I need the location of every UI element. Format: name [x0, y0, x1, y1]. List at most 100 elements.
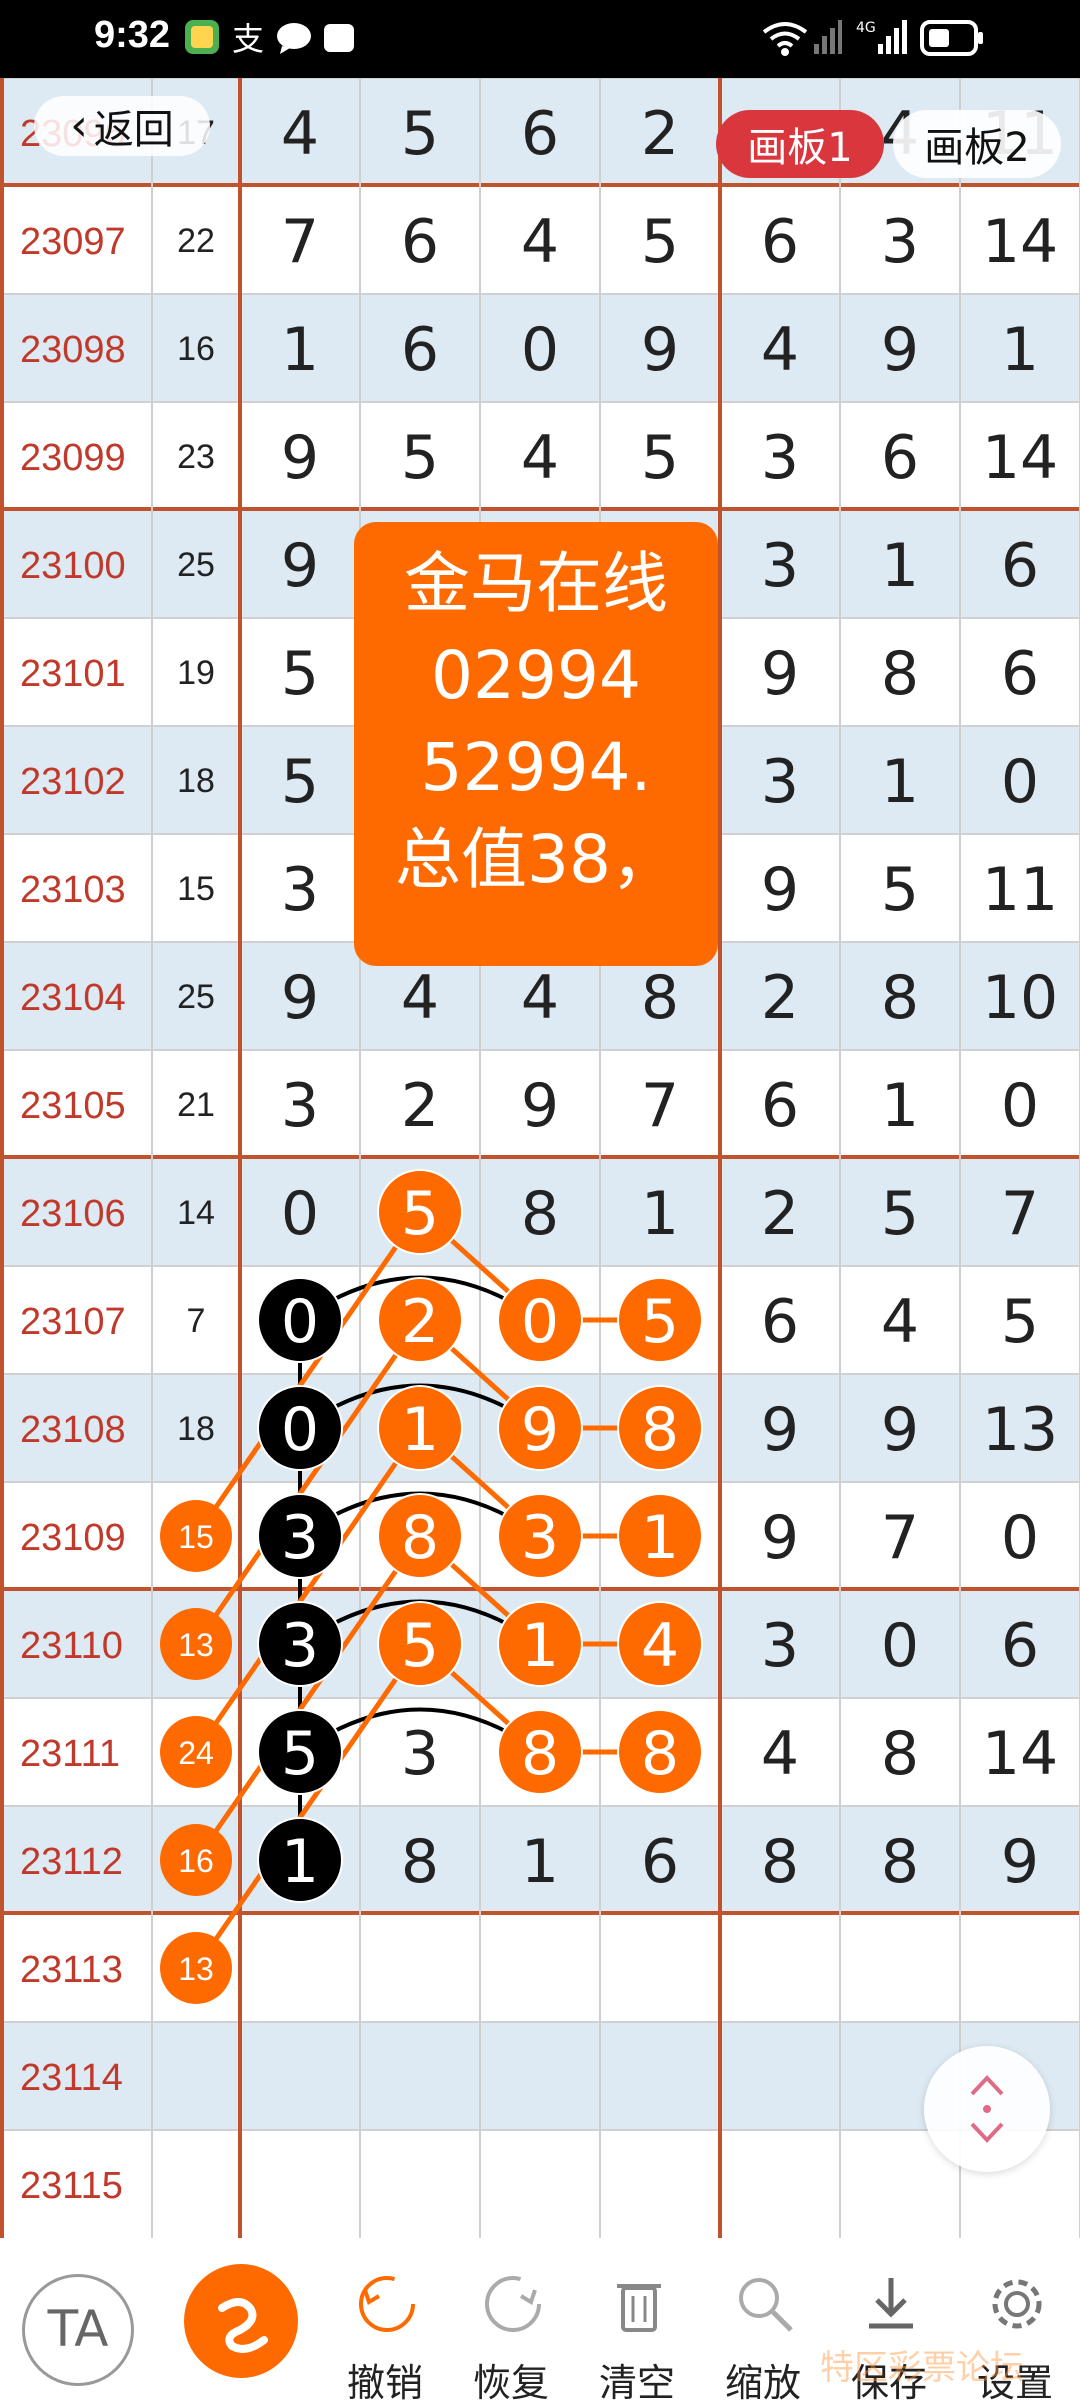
total-bubble-text: 16: [178, 1843, 214, 1879]
zoom-icon: [739, 2278, 793, 2332]
digit-cell: 14: [982, 423, 1058, 493]
redo-icon: [485, 2276, 541, 2332]
issue-number: 23102: [20, 761, 126, 803]
tab-board-1[interactable]: 画板1: [716, 110, 884, 178]
issue-number: 23103: [20, 869, 126, 911]
undo-label: 撤销: [346, 2361, 423, 2405]
digit-cell: 9: [761, 1395, 799, 1465]
draw-button[interactable]: [184, 2264, 298, 2378]
row-total: 18: [177, 1410, 215, 1448]
svg-text:支: 支: [232, 20, 264, 56]
issue-number: 23110: [20, 1625, 123, 1667]
marker-digit: 0: [281, 1395, 319, 1465]
marker-digit: 3: [281, 1503, 319, 1573]
row-total: 23: [177, 438, 215, 476]
total-bubble-text: 13: [178, 1627, 214, 1663]
digit-cell: 8: [401, 1827, 439, 1897]
digit-cell: 1: [881, 1071, 919, 1141]
digit-cell: 9: [281, 531, 319, 601]
digit-cell: 5: [641, 207, 679, 277]
row-total: 7: [187, 1302, 206, 1340]
digit-cell: 9: [281, 423, 319, 493]
issue-number: 23113: [20, 1949, 123, 1991]
undo-button[interactable]: 撤销: [330, 2262, 440, 2405]
digit-cell: 6: [761, 1071, 799, 1141]
digit-cell: 6: [521, 99, 559, 169]
issue-number: 23112: [20, 1841, 123, 1883]
digit-cell: 4: [401, 963, 439, 1033]
scroll-toggle-button[interactable]: [924, 2046, 1050, 2172]
digit-cell: 5: [281, 747, 319, 817]
undo-icon: [359, 2276, 415, 2332]
redo-label: 恢复: [472, 2361, 549, 2405]
lottery-grid[interactable]: 2309617456241123097227645631423098161609…: [0, 78, 1080, 2262]
digit-cell: 3: [761, 747, 799, 817]
digit-cell: 7: [641, 1071, 679, 1141]
gear-icon: [992, 2279, 1042, 2329]
huawei-icon: [324, 24, 354, 52]
chevron-left-icon: ‹: [70, 100, 88, 151]
digit-cell: 14: [982, 1719, 1058, 1789]
digit-cell: 6: [761, 1287, 799, 1357]
digit-cell: 6: [401, 207, 439, 277]
marker-digit: 2: [401, 1287, 439, 1357]
marker-digit: 1: [401, 1395, 439, 1465]
digit-cell: 1: [641, 1179, 679, 1249]
signal-4g-icon: 4G: [856, 20, 907, 54]
digit-cell: 9: [761, 855, 799, 925]
redo-button[interactable]: 恢复: [456, 2262, 566, 2405]
digit-cell: 1: [1001, 315, 1039, 385]
marker-digit: 5: [401, 1179, 439, 1249]
digit-cell: 3: [761, 1611, 799, 1681]
marker-digit: 0: [281, 1287, 319, 1357]
digit-cell: 1: [881, 531, 919, 601]
issue-number: 23097: [20, 221, 126, 263]
digit-cell: 5: [281, 639, 319, 709]
digit-cell: 1: [281, 315, 319, 385]
digit-cell: 0: [1001, 747, 1039, 817]
row-total: 15: [177, 870, 215, 908]
digit-cell: 8: [881, 1827, 919, 1897]
status-time: 9:32: [94, 14, 171, 56]
note-card[interactable]: 金马在线 02994 52994. 总值38，: [354, 522, 718, 966]
pen-stroke-icon: [218, 2298, 268, 2353]
message-icon: [277, 23, 311, 54]
font-size-button[interactable]: TA: [22, 2274, 134, 2386]
digit-cell: 4: [521, 207, 559, 277]
digit-cell: 8: [761, 1827, 799, 1897]
marker-digit: 8: [401, 1503, 439, 1573]
table-row: [0, 2022, 1080, 2130]
digit-cell: 4: [281, 99, 319, 169]
digit-cell: 5: [401, 423, 439, 493]
zoom-button[interactable]: 缩放: [708, 2262, 818, 2405]
digit-cell: 10: [982, 963, 1058, 1033]
svg-text:4G: 4G: [856, 20, 876, 36]
issue-number: 23105: [20, 1085, 126, 1127]
digit-cell: 0: [281, 1179, 319, 1249]
marker-digit: 1: [641, 1503, 679, 1573]
clear-button[interactable]: 清空: [582, 2262, 692, 2405]
row-total: 14: [177, 1194, 215, 1232]
back-button[interactable]: ‹ 返回: [34, 96, 210, 156]
row-total: 18: [177, 762, 215, 800]
digit-cell: 0: [881, 1611, 919, 1681]
marker-digit: 5: [281, 1719, 319, 1789]
digit-cell: 2: [401, 1071, 439, 1141]
digit-cell: 9: [521, 1071, 559, 1141]
trash-icon: [617, 2284, 661, 2332]
issue-number: 23109: [20, 1517, 126, 1559]
wifi-icon: [762, 22, 808, 56]
digit-cell: 4: [521, 423, 559, 493]
total-bubble-text: 24: [178, 1735, 214, 1771]
row-total: 21: [177, 1086, 215, 1124]
watermark-text: 特区彩票论坛: [820, 2348, 1024, 2388]
digit-cell: 3: [281, 855, 319, 925]
digit-cell: 8: [881, 1719, 919, 1789]
marker-digit: 8: [641, 1395, 679, 1465]
digit-cell: 2: [641, 99, 679, 169]
issue-number: 23101: [20, 653, 126, 695]
digit-cell: 14: [982, 207, 1058, 277]
tab-board-2[interactable]: 画板2: [893, 110, 1061, 178]
digit-cell: 9: [881, 1395, 919, 1465]
download-icon: [869, 2278, 913, 2329]
